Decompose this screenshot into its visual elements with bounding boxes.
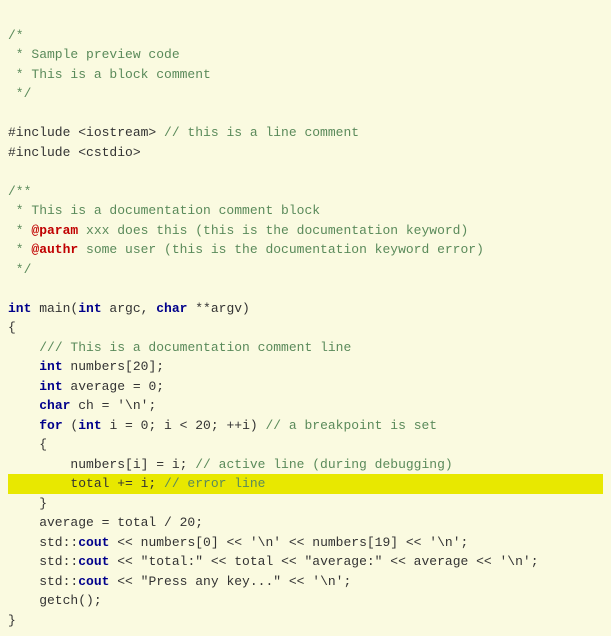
keyword-token: int — [78, 418, 101, 433]
normal-token: std:: — [8, 535, 78, 550]
code-line: std::cout << "total:" << total << "avera… — [8, 552, 603, 572]
normal-token: } — [8, 613, 16, 628]
code-line: std::cout << numbers[0] << '\n' << numbe… — [8, 533, 603, 553]
normal-token: i = 0; i < 20; ++i) — [102, 418, 266, 433]
code-line: * @param xxx does this (this is the docu… — [8, 221, 603, 241]
code-line: std::cout << "Press any key..." << '\n'; — [8, 572, 603, 592]
comment-token: // active line (during debugging) — [195, 457, 452, 472]
code-line: getch(); — [8, 591, 603, 611]
comment-text: /* — [8, 28, 24, 43]
code-line: { — [8, 318, 603, 338]
code-line: { — [8, 435, 603, 455]
keyword-token: int — [8, 301, 31, 316]
keyword-token: int — [39, 359, 62, 374]
normal-token: average = total / 20; — [8, 515, 203, 530]
normal-token: << "total:" << total << "average:" << av… — [109, 554, 538, 569]
normal-token — [8, 379, 39, 394]
comment-token: /// This is a documentation comment line — [39, 340, 351, 355]
code-line — [8, 104, 603, 124]
comment-text: * This is a block comment — [8, 67, 211, 82]
doc-comment-token: some user (this is the documentation key… — [78, 242, 484, 257]
normal-token: total += i; — [8, 476, 164, 491]
code-line: char ch = '\n'; — [8, 396, 603, 416]
code-line: /** — [8, 182, 603, 202]
normal-token: << "Press any key..." << '\n'; — [109, 574, 351, 589]
code-line: int average = 0; — [8, 377, 603, 397]
code-line: * Sample preview code — [8, 45, 603, 65]
normal-token: << numbers[0] << '\n' << numbers[19] << … — [109, 535, 468, 550]
code-line: /// This is a documentation comment line — [8, 338, 603, 358]
code-line: #include <iostream> // this is a line co… — [8, 123, 603, 143]
code-line: for (int i = 0; i < 20; ++i) // a breakp… — [8, 416, 603, 436]
normal-token: main( — [31, 301, 78, 316]
normal-token: average = 0; — [63, 379, 164, 394]
normal-token: ( — [63, 418, 79, 433]
normal-token — [8, 418, 39, 433]
code-line: average = total / 20; — [8, 513, 603, 533]
doc-comment-token: xxx does this (this is the documentation… — [78, 223, 468, 238]
keyword-token: int — [78, 301, 101, 316]
normal-token: argc, — [102, 301, 157, 316]
normal-token: std:: — [8, 554, 78, 569]
comment-token: // error line — [164, 476, 265, 491]
code-line: * @authr some user (this is the document… — [8, 240, 603, 260]
normal-token: **argv) — [187, 301, 249, 316]
doc-keyword-token: @authr — [31, 242, 78, 257]
doc-comment-token: * This is a documentation comment block — [8, 203, 320, 218]
normal-token: #include <cstdio> — [8, 145, 141, 160]
code-line: int main(int argc, char **argv) — [8, 299, 603, 319]
normal-token: { — [8, 320, 16, 335]
code-line: } — [8, 494, 603, 514]
code-line — [8, 279, 603, 299]
comment-token: // this is a line comment — [164, 125, 359, 140]
comment-text: */ — [8, 262, 31, 277]
comment-token: // a breakpoint is set — [265, 418, 437, 433]
code-line: * This is a documentation comment block — [8, 201, 603, 221]
code-line: */ — [8, 260, 603, 280]
code-line: */ — [8, 84, 603, 104]
normal-token: ch = '\n'; — [70, 398, 156, 413]
code-line: /* — [8, 26, 603, 46]
keyword-token: cout — [78, 554, 109, 569]
normal-token: numbers[i] = i; — [8, 457, 195, 472]
doc-comment-token: * — [8, 242, 31, 257]
code-line — [8, 162, 603, 182]
normal-token: #include <iostream> — [8, 125, 164, 140]
code-line: int numbers[20]; — [8, 357, 603, 377]
keyword-token: cout — [78, 574, 109, 589]
comment-text: * Sample preview code — [8, 47, 180, 62]
doc-comment-token: * — [8, 223, 31, 238]
code-line: total += i; // error line — [8, 474, 603, 494]
keyword-token: for — [39, 418, 62, 433]
normal-token: { — [8, 437, 47, 452]
normal-token — [8, 340, 39, 355]
comment-text: */ — [8, 86, 31, 101]
keyword-token: int — [39, 379, 62, 394]
normal-token: getch(); — [8, 593, 102, 608]
normal-token — [8, 359, 39, 374]
code-editor: /* * Sample preview code * This is a blo… — [8, 6, 603, 630]
normal-token: std:: — [8, 574, 78, 589]
keyword-token: cout — [78, 535, 109, 550]
keyword-token: char — [156, 301, 187, 316]
normal-token: } — [8, 496, 47, 511]
keyword-token: char — [39, 398, 70, 413]
doc-keyword-token: @param — [31, 223, 78, 238]
code-line: * This is a block comment — [8, 65, 603, 85]
comment-text: /** — [8, 184, 31, 199]
code-line: } — [8, 611, 603, 631]
code-line: #include <cstdio> — [8, 143, 603, 163]
normal-token — [8, 398, 39, 413]
code-line: numbers[i] = i; // active line (during d… — [8, 455, 603, 475]
normal-token: numbers[20]; — [63, 359, 164, 374]
